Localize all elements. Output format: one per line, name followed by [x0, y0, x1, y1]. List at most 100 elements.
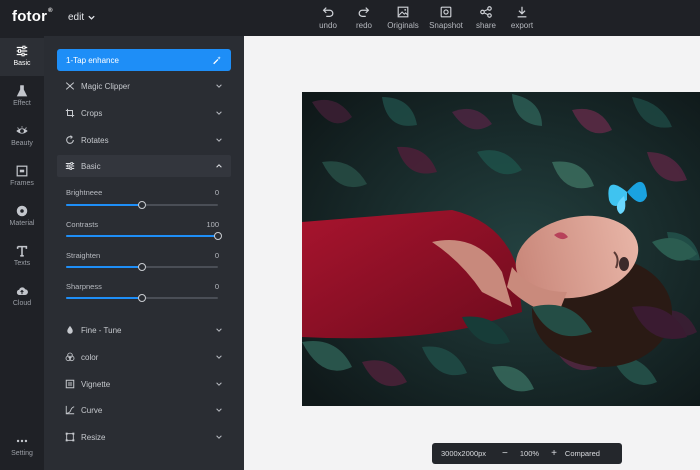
- slider-fill: [66, 235, 218, 237]
- slider-label: Contrasts: [66, 220, 99, 229]
- text-icon: [16, 245, 28, 257]
- slider-value: 0: [214, 251, 219, 260]
- rail-label: Cloud: [12, 300, 32, 307]
- slider-label: Brightneee: [66, 188, 103, 197]
- section-resize[interactable]: Resize: [57, 426, 231, 448]
- section-fine-tune[interactable]: Fine - Tune: [57, 319, 231, 341]
- slider-handle[interactable]: [138, 201, 146, 209]
- camera-icon: [440, 6, 452, 18]
- left-rail: Basic Effect Beauty Frames Material Text…: [0, 36, 44, 470]
- slider-handle[interactable]: [138, 294, 146, 302]
- chevron-down-icon: [216, 111, 222, 115]
- chevron-down-icon: [216, 382, 222, 386]
- rail-item-material[interactable]: Material: [0, 198, 44, 236]
- chevron-down-icon: [216, 84, 222, 88]
- export-label: export: [510, 21, 534, 30]
- slider-fill: [66, 297, 142, 299]
- one-tap-enhance-button[interactable]: 1-Tap enhance: [57, 49, 231, 71]
- section-color[interactable]: color: [57, 346, 231, 368]
- section-rotates[interactable]: Rotates: [57, 129, 231, 151]
- section-vignette[interactable]: Vignette: [57, 373, 231, 395]
- zoom-level: 100%: [519, 449, 540, 458]
- slider-label: Sharpness: [66, 282, 102, 291]
- rail-label: Effect: [13, 100, 31, 107]
- fotor-logo[interactable]: fotor®: [12, 8, 53, 25]
- chevron-down-icon: [216, 435, 222, 439]
- section-magic-clipper[interactable]: Magic Clipper: [57, 75, 231, 97]
- image-icon: [397, 6, 409, 18]
- section-label: Magic Clipper: [81, 81, 130, 91]
- rail-item-texts[interactable]: Texts: [0, 238, 44, 276]
- rail-item-cloud[interactable]: Cloud: [0, 278, 44, 316]
- sliders-icon: [16, 45, 28, 57]
- magic-wand-icon: [213, 56, 221, 65]
- editor-canvas[interactable]: [244, 36, 700, 470]
- rail-label: Setting: [11, 450, 33, 457]
- chevron-down-icon: [88, 15, 95, 20]
- slider-fill: [66, 266, 142, 268]
- zoom-in-button[interactable]: +: [551, 448, 557, 459]
- section-label: Fine - Tune: [81, 325, 122, 335]
- image-dimensions: 3000x2000px: [441, 449, 487, 458]
- crop-icon: [65, 108, 75, 118]
- rail-item-basic[interactable]: Basic: [0, 38, 44, 76]
- edit-menu[interactable]: edit: [68, 12, 96, 23]
- rail-label: Texts: [13, 260, 31, 267]
- eye-icon: [16, 126, 28, 134]
- compare-button[interactable]: Compared: [565, 449, 600, 458]
- photo-preview[interactable]: [302, 92, 700, 406]
- top-bar: fotor® edit undo redo Originals Snapshot…: [0, 0, 700, 36]
- section-label: Basic: [81, 161, 101, 171]
- vignette-icon: [65, 379, 75, 389]
- chevron-down-icon: [216, 408, 222, 412]
- resize-icon: [65, 432, 75, 442]
- rail-item-beauty[interactable]: Beauty: [0, 118, 44, 156]
- rail-label: Beauty: [11, 140, 33, 147]
- rail-item-frames[interactable]: Frames: [0, 158, 44, 196]
- originals-button[interactable]: Originals: [380, 5, 426, 30]
- frame-icon: [16, 165, 28, 177]
- chevron-down-icon: [216, 138, 222, 142]
- scissors-icon: [65, 82, 75, 90]
- section-basic[interactable]: Basic: [57, 155, 231, 177]
- flask-icon: [16, 85, 28, 97]
- enhance-label: 1-Tap enhance: [66, 55, 119, 65]
- section-label: color: [81, 352, 99, 362]
- slider-value: 0: [214, 188, 219, 197]
- slider-track[interactable]: [66, 294, 218, 302]
- undo-icon: [322, 7, 334, 17]
- section-curve[interactable]: Curve: [57, 399, 231, 421]
- cloud-upload-icon: [16, 287, 28, 295]
- rail-label: Basic: [13, 60, 31, 67]
- zoom-out-button[interactable]: −: [502, 448, 508, 459]
- zoom-bar: 3000x2000px − 100% + Compared: [432, 443, 622, 464]
- section-label: Resize: [81, 432, 106, 442]
- section-label: Vignette: [81, 379, 111, 389]
- rail-item-setting[interactable]: Setting: [0, 428, 44, 466]
- portrait-photo-illustration: [302, 92, 700, 406]
- more-dots-icon: [16, 439, 28, 443]
- originals-label: Originals: [387, 21, 419, 30]
- slider-track[interactable]: [66, 232, 222, 240]
- drop-icon: [67, 325, 73, 334]
- sliders-icon: [65, 162, 75, 170]
- slider-track[interactable]: [66, 201, 218, 209]
- chevron-down-icon: [216, 355, 222, 359]
- rail-item-effect[interactable]: Effect: [0, 78, 44, 116]
- rail-label: Material: [9, 220, 35, 227]
- chevron-down-icon: [216, 328, 222, 332]
- edit-menu-label: edit: [68, 12, 85, 23]
- slider-value: 100: [206, 220, 219, 229]
- section-crops[interactable]: Crops: [57, 102, 231, 124]
- color-circles-icon: [65, 352, 75, 362]
- slider-value: 0: [214, 282, 219, 291]
- slider-handle[interactable]: [214, 232, 222, 240]
- share-icon: [480, 6, 492, 18]
- rail-label: Frames: [10, 180, 34, 187]
- slider-track[interactable]: [66, 263, 218, 271]
- section-label: Rotates: [81, 135, 109, 145]
- redo-icon: [358, 7, 370, 17]
- curve-icon: [65, 405, 75, 415]
- export-button[interactable]: export: [499, 5, 545, 30]
- slider-handle[interactable]: [138, 263, 146, 271]
